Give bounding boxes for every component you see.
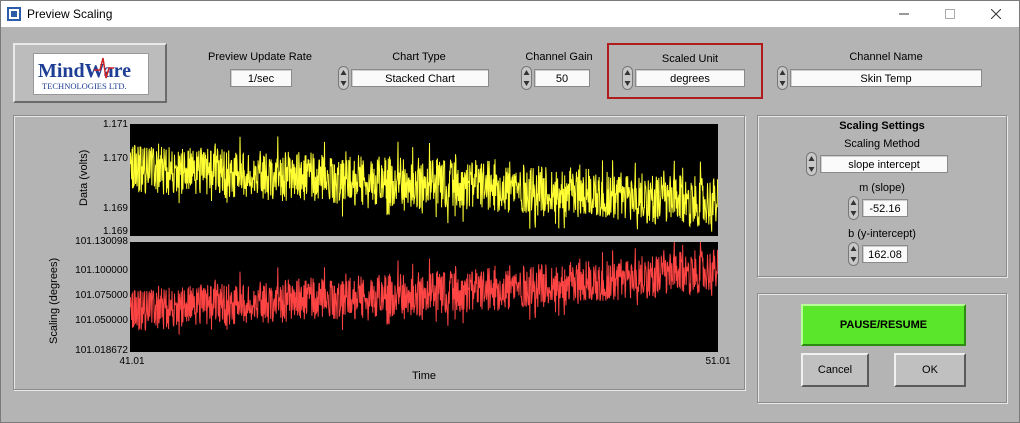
- window-title: Preview Scaling: [27, 7, 113, 21]
- x-min-tick: 41.01: [119, 356, 145, 367]
- app-icon: [7, 7, 21, 21]
- scaling-degrees-plot: [130, 242, 718, 352]
- top-tick: 1.171: [102, 119, 128, 130]
- close-button[interactable]: [973, 1, 1019, 27]
- chart-panel: 1.171 1.170 1.169 1.169 Data (volts) 101…: [13, 115, 745, 390]
- chart-type-spinner[interactable]: [338, 66, 349, 90]
- logo-button[interactable]: MindWare TECHNOLOGIES LTD.: [13, 43, 167, 103]
- close-icon: [991, 9, 1001, 19]
- scaling-degrees-series-line: [130, 242, 718, 335]
- maximize-icon: [945, 9, 955, 19]
- bottom-tick: 101.130098: [75, 236, 128, 247]
- data-volts-series-line: [130, 136, 718, 232]
- scaling-method-spinner[interactable]: [806, 152, 817, 176]
- ok-button[interactable]: OK: [894, 353, 966, 387]
- title-bar: Preview Scaling: [1, 1, 1019, 27]
- scaled-unit-label: Scaled Unit: [661, 53, 719, 65]
- channel-gain-field[interactable]: 50: [534, 69, 590, 87]
- x-axis-label: Time: [411, 370, 437, 382]
- scaling-degrees-trace: [130, 242, 718, 335]
- maximize-button[interactable]: [927, 1, 973, 27]
- bottom-y-axis-label: Scaling (degrees): [48, 257, 60, 344]
- cancel-button[interactable]: Cancel: [801, 353, 869, 387]
- scaling-settings-panel: Scaling Settings Scaling Method slope in…: [757, 115, 1007, 277]
- update-rate-field[interactable]: 1/sec: [230, 69, 292, 87]
- intercept-label: b (y-intercept): [848, 228, 916, 240]
- pause-resume-button[interactable]: PAUSE/RESUME: [801, 304, 966, 346]
- action-panel: PAUSE/RESUME Cancel OK: [757, 293, 1007, 403]
- channel-gain-spinner[interactable]: [521, 66, 532, 90]
- logo-subtext: TECHNOLOGIES LTD.: [42, 81, 127, 91]
- channel-name-spinner[interactable]: [777, 66, 788, 90]
- bottom-tick: 101.018672: [75, 345, 128, 356]
- x-max-tick: 51.01: [705, 356, 731, 367]
- preview-scaling-window: Preview Scaling MindWare TECHNOLOGIES LT…: [0, 0, 1020, 423]
- slope-spinner[interactable]: [848, 196, 859, 220]
- minimize-icon: [899, 13, 909, 15]
- slope-field[interactable]: -52.16: [862, 199, 908, 217]
- scaled-unit-field[interactable]: degrees: [635, 69, 745, 87]
- channel-name-field[interactable]: Skin Temp: [790, 69, 982, 87]
- mindware-logo: MindWare TECHNOLOGIES LTD.: [33, 53, 149, 95]
- intercept-spinner[interactable]: [848, 242, 859, 266]
- intercept-field[interactable]: 162.08: [862, 245, 908, 263]
- channel-name-label: Channel Name: [849, 51, 923, 63]
- minimize-button[interactable]: [881, 1, 927, 27]
- scaled-unit-spinner[interactable]: [622, 66, 633, 90]
- update-rate-label: Preview Update Rate: [208, 51, 312, 63]
- chart-type-field[interactable]: Stacked Chart: [351, 69, 489, 87]
- top-y-axis-label: Data (volts): [78, 149, 90, 206]
- scaling-method-label: Scaling Method: [844, 138, 920, 150]
- channel-gain-label: Channel Gain: [525, 51, 593, 63]
- chart-type-label: Chart Type: [392, 51, 446, 63]
- scaling-method-field[interactable]: slope intercept: [820, 155, 948, 173]
- logo-text: MindWare: [38, 60, 131, 82]
- slope-label: m (slope): [859, 182, 905, 194]
- data-volts-plot: [130, 124, 718, 236]
- client-area: MindWare TECHNOLOGIES LTD. Preview Updat…: [1, 27, 1019, 422]
- logo-graphic: MindWare TECHNOLOGIES LTD.: [38, 57, 131, 91]
- data-volts-trace: [130, 136, 718, 232]
- scaling-settings-title: Scaling Settings: [839, 120, 925, 132]
